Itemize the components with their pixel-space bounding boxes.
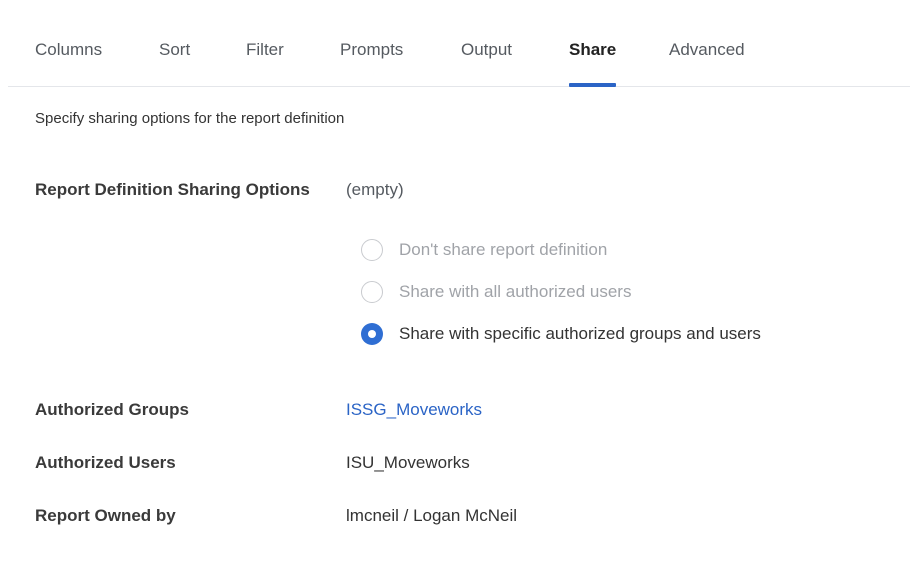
tab-output[interactable]: Output xyxy=(461,40,512,86)
radio-dont-share[interactable]: Don't share report definition xyxy=(361,239,607,261)
radio-label: Share with all authorized users xyxy=(399,282,632,301)
tab-share[interactable]: Share xyxy=(569,40,617,87)
authorized-users-label: Authorized Users xyxy=(35,453,176,472)
radio-checked-icon[interactable] xyxy=(361,323,383,345)
radio-unchecked-icon[interactable] xyxy=(361,239,383,261)
radio-label: Share with specific authorized groups an… xyxy=(399,324,761,343)
tab-columns[interactable]: Columns xyxy=(35,40,102,86)
sharing-options-label: Report Definition Sharing Options xyxy=(35,180,310,199)
tab-prompts[interactable]: Prompts xyxy=(340,40,403,86)
authorized-groups-link[interactable]: ISSG_Moveworks xyxy=(346,400,482,420)
radio-unchecked-icon[interactable] xyxy=(361,281,383,303)
authorized-groups-label: Authorized Groups xyxy=(35,400,189,419)
sharing-options-value: (empty) xyxy=(346,180,404,199)
tab-sort[interactable]: Sort xyxy=(159,40,190,86)
report-owner-label: Report Owned by xyxy=(35,506,176,525)
radio-share-specific[interactable]: Share with specific authorized groups an… xyxy=(361,323,761,345)
tab-bar: Columns Sort Filter Prompts Output Share… xyxy=(8,0,910,87)
report-owner-value: lmcneil / Logan McNeil xyxy=(346,506,518,525)
authorized-users-value: ISU_Moveworks xyxy=(346,453,470,472)
page-description: Specify sharing options for the report d… xyxy=(35,110,345,127)
radio-share-all-users[interactable]: Share with all authorized users xyxy=(361,281,631,303)
tab-advanced[interactable]: Advanced xyxy=(669,40,745,86)
tab-filter[interactable]: Filter xyxy=(246,40,284,86)
radio-label: Don't share report definition xyxy=(399,240,608,259)
